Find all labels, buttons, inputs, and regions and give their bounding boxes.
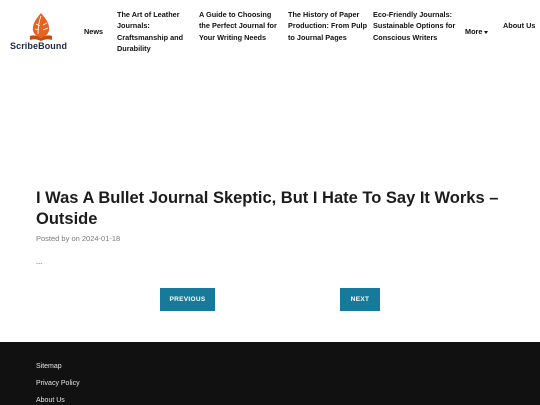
chevron-down-icon — [484, 30, 489, 34]
brand-name: ScribeBound — [10, 41, 68, 51]
footer-link-about-us[interactable]: About Us — [36, 397, 65, 404]
footer-link-sitemap[interactable]: Sitemap — [36, 363, 62, 370]
site-header: ScribeBound News The Art of Leather Jour… — [0, 0, 540, 64]
nav-article-leather-journals[interactable]: The Art of Leather Journals: Craftsmansh… — [117, 9, 197, 55]
brand-logo[interactable]: ScribeBound — [10, 12, 70, 54]
nav-article-choosing-journal[interactable]: A Guide to Choosing the Perfect Journal … — [199, 9, 281, 43]
footer-link-privacy-policy[interactable]: Privacy Policy — [36, 380, 80, 387]
post-excerpt: ... — [36, 257, 43, 266]
next-button[interactable]: NEXT — [340, 288, 380, 311]
nav-article-eco-journals[interactable]: Eco-Friendly Journals: Sustainable Optio… — [373, 9, 457, 43]
quill-book-icon — [30, 13, 52, 41]
nav-more-dropdown[interactable]: More — [465, 26, 489, 37]
nav-about-us[interactable]: About Us — [503, 20, 537, 31]
nav-article-paper-history[interactable]: The History of Paper Production: From Pu… — [288, 9, 368, 43]
post-meta: Posted by on 2024-01-18 — [36, 234, 121, 243]
nav-more-label: More — [465, 27, 483, 36]
site-footer: Sitemap Privacy Policy About Us — [0, 342, 540, 405]
previous-button[interactable]: PREVIOUS — [160, 288, 215, 311]
nav-news[interactable]: News — [84, 26, 103, 37]
post-title: I Was A Bullet Journal Skeptic, But I Ha… — [36, 189, 499, 228]
